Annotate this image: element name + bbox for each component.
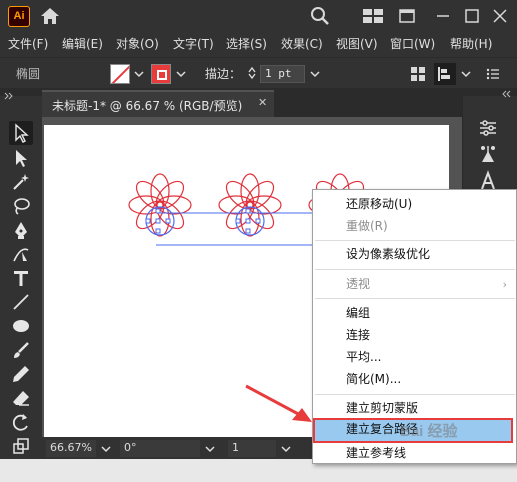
menu-object[interactable]: 对象(O) xyxy=(116,35,159,52)
maximize-icon[interactable] xyxy=(464,6,480,26)
flower-shape[interactable] xyxy=(128,173,192,237)
minimize-icon[interactable] xyxy=(436,6,450,26)
shape-label: 椭圆 xyxy=(16,67,41,81)
menu-list-icon[interactable] xyxy=(486,67,500,81)
rotate-icon xyxy=(12,414,28,431)
menu-type[interactable]: 文字(T) xyxy=(173,35,214,52)
direct-selection-icon xyxy=(16,150,27,167)
rotate-tool[interactable] xyxy=(9,410,33,434)
magic-wand-icon xyxy=(13,174,29,190)
chevron-down-icon[interactable] xyxy=(133,68,145,80)
submenu-arrow-icon: › xyxy=(502,278,507,291)
tools-panel xyxy=(0,96,42,458)
menu-item-pixel-perfect[interactable]: 设为像素级优化 xyxy=(313,244,517,265)
ellipse-icon xyxy=(13,320,29,332)
lasso-icon xyxy=(14,198,30,215)
document-tab-bar: 未标题-1* @ 66.67 % (RGB/预览) ✕ xyxy=(4,90,462,117)
menu-file[interactable]: 文件(F) xyxy=(8,35,48,52)
pen-tool[interactable] xyxy=(9,218,33,242)
stroke-weight-input[interactable]: 1 pt xyxy=(260,65,305,83)
menu-item-simplify[interactable]: 简化(M)... xyxy=(313,369,517,390)
selection-tool[interactable] xyxy=(9,121,33,145)
chevron-down-icon[interactable] xyxy=(204,443,216,455)
workspace-icon[interactable] xyxy=(362,6,384,26)
menu-item-average[interactable]: 平均... xyxy=(313,347,517,368)
curvature-tool[interactable] xyxy=(9,242,33,266)
paintbrush-tool[interactable] xyxy=(9,338,33,362)
libraries-icon[interactable] xyxy=(477,143,499,165)
lasso-tool[interactable] xyxy=(9,194,33,218)
flower-shape[interactable] xyxy=(218,173,282,237)
menu-separator xyxy=(315,240,515,241)
document-tab[interactable]: 未标题-1* @ 66.67 % (RGB/预览) xyxy=(42,90,274,117)
pencil-tool[interactable] xyxy=(9,362,33,386)
menu-edit[interactable]: 编辑(E) xyxy=(62,35,103,52)
menu-bar: 文件(F) 编辑(E) 对象(O) 文字(T) 选择(S) 效果(C) 视图(V… xyxy=(0,32,517,54)
menu-help[interactable]: 帮助(H) xyxy=(450,35,492,52)
menu-view[interactable]: 视图(V) xyxy=(336,35,378,52)
home-icon[interactable] xyxy=(40,7,60,25)
menu-item-group[interactable]: 编组 xyxy=(313,303,517,324)
stroke-swatch[interactable] xyxy=(151,64,171,84)
direct-selection-tool[interactable] xyxy=(9,146,33,170)
collapse-right-icon[interactable] xyxy=(501,90,511,98)
arrange-icon[interactable] xyxy=(398,6,416,26)
align-icon[interactable] xyxy=(434,63,456,85)
scale-icon xyxy=(13,438,29,454)
collapse-panels-icon[interactable] xyxy=(4,92,14,100)
rotation-field[interactable]: 0° xyxy=(120,440,200,457)
chevron-down-icon[interactable] xyxy=(460,68,472,80)
selection-arrow-icon xyxy=(15,123,29,143)
menu-separator xyxy=(315,394,515,395)
type-tool[interactable] xyxy=(9,266,33,290)
eraser-icon xyxy=(13,391,29,406)
menu-item-redo[interactable]: 重做(R) xyxy=(313,216,517,237)
line-segment-icon xyxy=(13,294,29,310)
scale-tool[interactable] xyxy=(9,434,33,458)
eraser-tool[interactable] xyxy=(9,386,33,410)
close-tab-icon[interactable]: ✕ xyxy=(258,96,270,109)
menu-item-make-clipping-mask[interactable]: 建立剪切蒙版 xyxy=(313,398,517,419)
app-logo: Ai xyxy=(8,6,30,27)
pen-icon xyxy=(15,222,27,239)
document-tab-title: 未标题-1* @ 66.67 % (RGB/预览) xyxy=(52,99,243,113)
curvature-icon xyxy=(13,248,29,262)
zoom-field[interactable]: 66.67% xyxy=(46,440,96,457)
menu-item-join[interactable]: 连接 xyxy=(313,325,517,346)
menu-item-perspective[interactable]: 透视 › xyxy=(313,274,517,295)
artboard-number-field[interactable]: 1 xyxy=(228,440,276,457)
line-tool[interactable] xyxy=(9,290,33,314)
grid-icon[interactable] xyxy=(410,66,426,82)
search-icon[interactable] xyxy=(310,6,330,26)
chevron-down-icon[interactable] xyxy=(309,68,321,80)
menu-effect[interactable]: 效果(C) xyxy=(281,35,323,52)
menu-separator xyxy=(315,298,515,299)
control-bar: 椭圆 描边： 1 pt xyxy=(0,57,517,88)
ellipse-tool[interactable] xyxy=(9,314,33,338)
paintbrush-icon xyxy=(14,342,29,358)
chevron-down-icon[interactable] xyxy=(280,443,292,455)
menu-window[interactable]: 窗口(W) xyxy=(390,35,435,52)
magic-wand-tool[interactable] xyxy=(9,170,33,194)
properties-icon[interactable] xyxy=(477,117,499,139)
chevron-down-icon[interactable] xyxy=(175,68,187,80)
close-icon[interactable] xyxy=(492,6,508,26)
stepper-icon[interactable] xyxy=(246,66,258,80)
title-bar: Ai xyxy=(0,0,517,32)
annotation-arrow xyxy=(245,384,312,422)
type-icon xyxy=(14,271,28,286)
fill-swatch[interactable] xyxy=(110,64,130,84)
pencil-icon xyxy=(13,366,29,382)
stroke-label: 描边： xyxy=(205,67,242,81)
chevron-down-icon[interactable] xyxy=(100,443,112,455)
menu-separator xyxy=(315,269,515,270)
menu-item-perspective-label: 透视 xyxy=(346,277,371,291)
menu-select[interactable]: 选择(S) xyxy=(226,35,267,52)
watermark-text: Bai 经验 xyxy=(400,423,458,440)
menu-item-undo-move[interactable]: 还原移动(U) xyxy=(313,194,517,215)
